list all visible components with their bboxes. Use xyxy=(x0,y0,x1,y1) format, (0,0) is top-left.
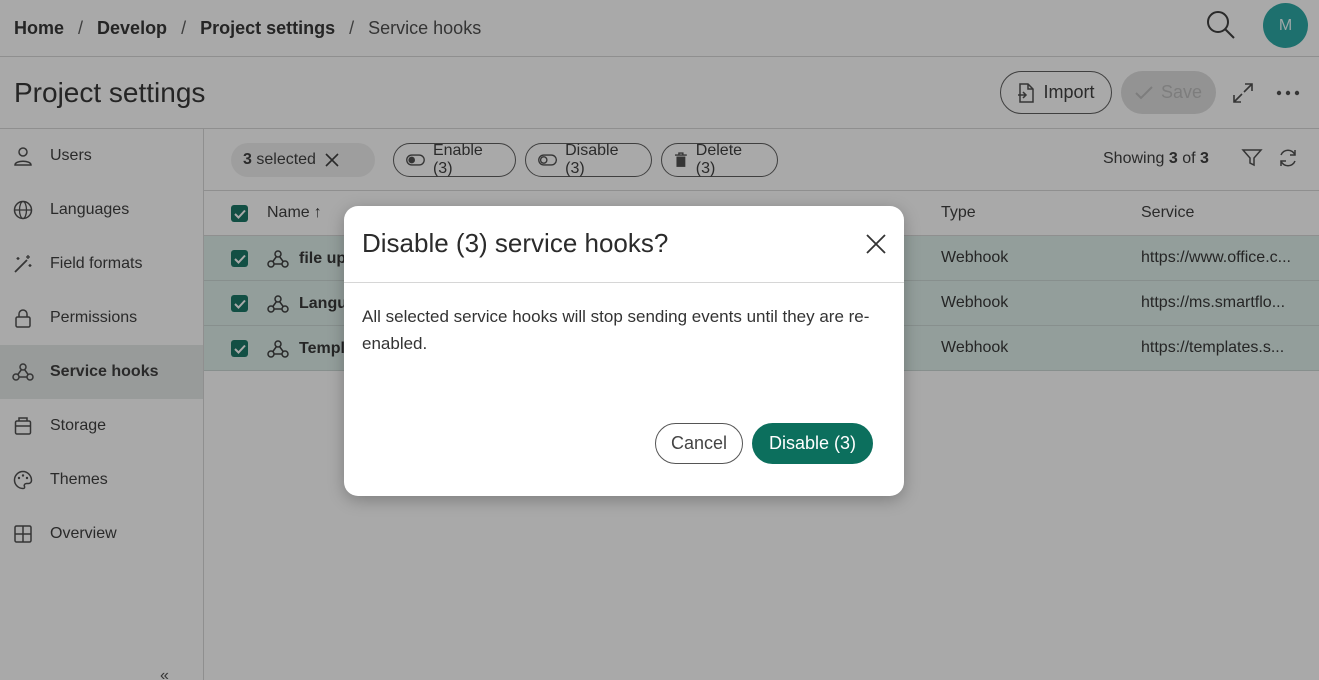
confirm-disable-button[interactable]: Disable (3) xyxy=(752,423,873,464)
disable-confirm-dialog: Disable (3) service hooks? All selected … xyxy=(344,206,904,496)
dialog-message: All selected service hooks will stop sen… xyxy=(362,307,870,353)
cancel-button[interactable]: Cancel xyxy=(655,423,743,464)
close-icon[interactable] xyxy=(864,232,888,256)
dialog-divider xyxy=(344,282,904,283)
dialog-title: Disable (3) service hooks? xyxy=(362,228,669,258)
